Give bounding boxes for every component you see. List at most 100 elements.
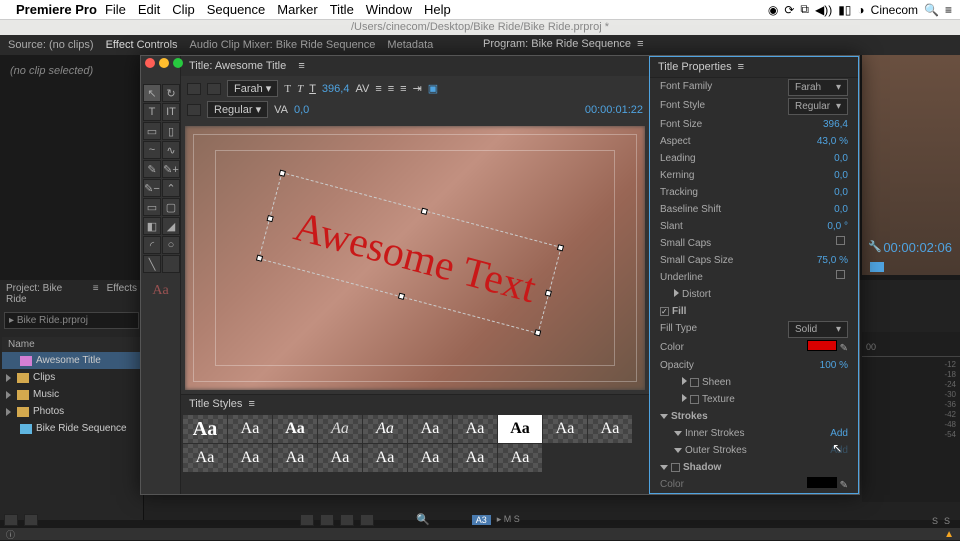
tab-metadata[interactable]: Metadata	[387, 39, 433, 51]
marker-icon[interactable]	[340, 514, 354, 526]
list-view-icon[interactable]	[4, 514, 18, 526]
close-window-icon[interactable]	[145, 58, 155, 68]
resize-handle[interactable]	[421, 207, 428, 214]
tool-rotate[interactable]: ↻	[162, 84, 180, 102]
tool-convert-anchor[interactable]: ⌃	[162, 179, 180, 197]
style-swatch[interactable]: Aa	[453, 444, 497, 472]
notifications-icon[interactable]: ≡	[945, 3, 952, 17]
add-inner-stroke-link[interactable]: Add	[830, 426, 848, 441]
prop-fill-label[interactable]: Fill	[672, 306, 686, 317]
title-canvas[interactable]: Awesome Text	[185, 126, 645, 390]
twirl-icon[interactable]	[6, 391, 11, 399]
link-icon[interactable]	[320, 514, 334, 526]
prop-aspect-value[interactable]: 43,0 %	[817, 134, 848, 149]
tool-wedge[interactable]: ◢	[162, 217, 180, 235]
style-swatch[interactable]: Aa	[183, 415, 227, 443]
settings-icon[interactable]	[360, 514, 374, 526]
resize-handle[interactable]	[279, 169, 286, 176]
tab-project[interactable]: Project: Bike Ride	[6, 283, 85, 305]
menu-help[interactable]: Help	[424, 2, 451, 17]
leading-icon[interactable]: VA	[274, 104, 288, 116]
style-swatch[interactable]: Aa	[228, 444, 272, 472]
tool-path-vtype[interactable]: ∿	[162, 141, 180, 159]
prop-tracking-value[interactable]: 0,0	[834, 185, 848, 200]
tool-area-type[interactable]: ▭	[143, 122, 161, 140]
resize-handle[interactable]	[267, 215, 274, 222]
playhead-bar[interactable]	[870, 262, 884, 272]
tool-pen[interactable]: ✎	[143, 160, 161, 178]
tab-stops-icon[interactable]: ⇥	[413, 82, 422, 95]
tool-area-vtype[interactable]: ▯	[162, 122, 180, 140]
program-tab[interactable]: Program: Bike Ride Sequence ≡	[475, 35, 960, 55]
prop-shadow-checkbox[interactable]	[671, 463, 680, 472]
tool-delete-anchor[interactable]: ✎−	[143, 179, 161, 197]
style-swatch[interactable]: Aa	[498, 444, 542, 472]
solo-label[interactable]: S	[944, 516, 950, 526]
wifi-icon[interactable]: ⧉	[800, 2, 809, 17]
italic-toggle[interactable]: T	[297, 83, 303, 95]
style-swatch[interactable]: Aa	[453, 415, 497, 443]
prop-font-family-select[interactable]: Farah▾	[788, 79, 848, 96]
style-swatch[interactable]: Aa	[408, 415, 452, 443]
font-size-value[interactable]: 396,4	[322, 83, 350, 95]
prop-slant-value[interactable]: 0,0 °	[827, 219, 848, 234]
app-name[interactable]: Premiere Pro	[16, 2, 97, 17]
templates-icon[interactable]	[187, 104, 201, 116]
minimize-window-icon[interactable]	[159, 58, 169, 68]
prop-distort-label[interactable]: Distort	[682, 289, 711, 300]
menu-marker[interactable]: Marker	[277, 2, 317, 17]
prop-smallcaps-size-value[interactable]: 75,0 %	[817, 253, 848, 268]
prop-strokes-label[interactable]: Strokes	[671, 411, 708, 422]
tool-rounded-rect[interactable]: ▢	[162, 198, 180, 216]
eyedropper-icon[interactable]: ✎	[840, 343, 848, 354]
tab-source[interactable]: Source: (no clips)	[8, 39, 94, 51]
add-outer-stroke-link[interactable]: Add↖	[830, 443, 848, 458]
prop-underline-checkbox[interactable]	[836, 270, 845, 279]
prop-smallcaps-checkbox[interactable]	[836, 236, 845, 245]
battery-icon[interactable]: ▮▯	[838, 3, 851, 17]
align-left-icon[interactable]: ≡	[375, 83, 381, 95]
prop-font-size-value[interactable]: 396,4	[823, 117, 848, 132]
project-item-clips[interactable]: Clips	[2, 369, 141, 386]
style-swatch[interactable]: Aa	[228, 415, 272, 443]
kerning-icon[interactable]: AV	[355, 83, 369, 95]
style-swatch[interactable]: Aa	[318, 415, 362, 443]
tool-vtype[interactable]: IT	[162, 103, 180, 121]
prop-texture-checkbox[interactable]	[690, 395, 699, 404]
prop-fill-checkbox[interactable]	[660, 307, 669, 316]
style-swatch[interactable]: Aa	[363, 444, 407, 472]
column-name-header[interactable]: Name	[2, 337, 141, 352]
show-video-icon[interactable]: ▣	[428, 82, 438, 95]
solo-label[interactable]: S	[932, 516, 938, 526]
project-item-music[interactable]: Music	[2, 386, 141, 403]
snap-icon[interactable]	[300, 514, 314, 526]
prop-shadow-label[interactable]: Shadow	[683, 462, 721, 473]
style-swatch[interactable]: Aa	[408, 444, 452, 472]
style-swatch[interactable]: Aa	[363, 415, 407, 443]
prop-font-style-select[interactable]: Regular▾	[788, 98, 848, 115]
title-properties-header[interactable]: Title Properties ≡	[650, 57, 858, 78]
tool-path-type[interactable]: ~	[143, 141, 161, 159]
dnd-icon[interactable]: ◑	[857, 3, 864, 17]
tool-ellipse[interactable]: ○	[162, 236, 180, 254]
project-item-sequence[interactable]: Bike Ride Sequence	[2, 420, 141, 437]
zoom-window-icon[interactable]	[173, 58, 183, 68]
align-center-icon[interactable]: ≡	[388, 83, 394, 95]
menu-clip[interactable]: Clip	[172, 2, 194, 17]
tab-effect-controls[interactable]: Effect Controls	[106, 39, 178, 51]
volume-icon[interactable]: ◀))	[815, 3, 832, 17]
project-item-awesome-title[interactable]: Awesome Title	[2, 352, 141, 369]
tool-rect[interactable]: ▭	[143, 198, 161, 216]
style-swatch[interactable]: Aa	[588, 415, 632, 443]
style-swatch[interactable]: Aa	[273, 444, 317, 472]
tab-effects[interactable]: Effects	[107, 283, 137, 305]
prop-kerning-value[interactable]: 0,0	[834, 168, 848, 183]
roll-crawl-icon[interactable]	[207, 83, 221, 95]
title-timecode[interactable]: 00:00:01:22	[585, 104, 643, 116]
tool-selection[interactable]: ↖	[143, 84, 161, 102]
title-tab[interactable]: Title: Awesome Title ≡	[181, 56, 649, 76]
align-right-icon[interactable]: ≡	[400, 83, 406, 95]
prop-fill-opacity-value[interactable]: 100 %	[820, 358, 848, 373]
menu-sequence[interactable]: Sequence	[207, 2, 266, 17]
warning-icon[interactable]: ▲	[944, 529, 954, 540]
